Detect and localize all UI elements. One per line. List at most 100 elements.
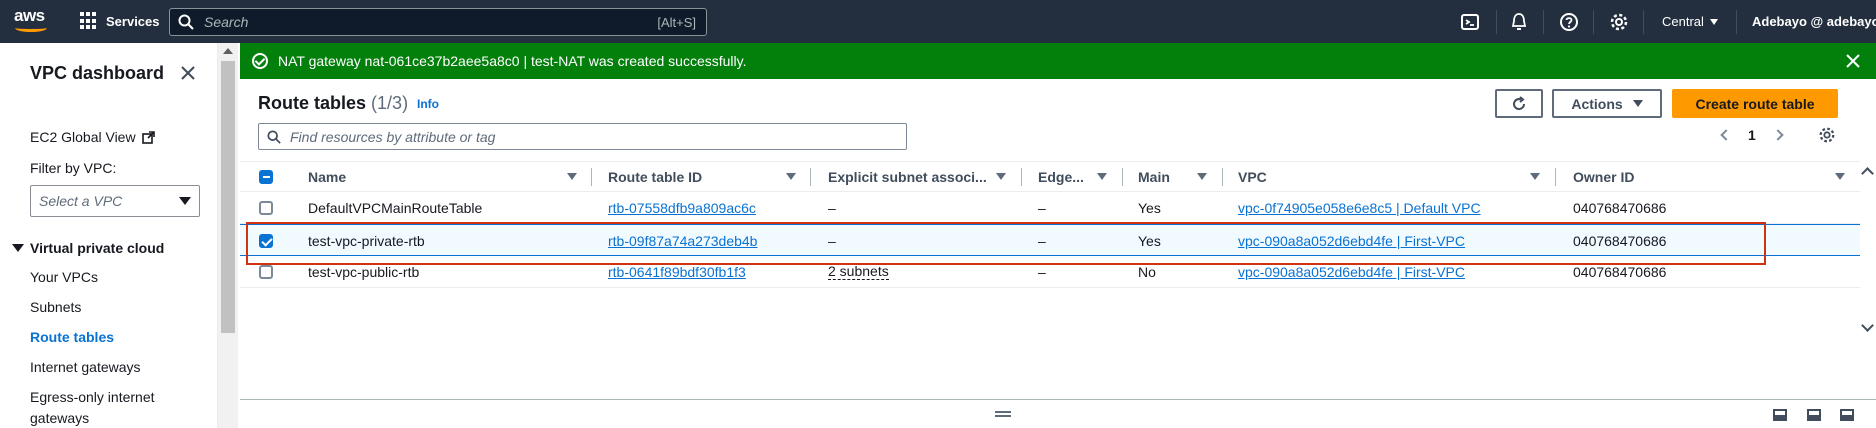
nav-divider: [1593, 10, 1594, 34]
next-page-icon[interactable]: [1772, 129, 1784, 141]
column-divider[interactable]: [1021, 168, 1022, 186]
services-menu[interactable]: Services: [80, 12, 160, 30]
grid-icon: [80, 12, 98, 30]
sort-icon[interactable]: [1097, 173, 1107, 180]
sidebar-item-egress-only-gateways[interactable]: Egress-only internet: [30, 389, 155, 405]
previous-page-icon[interactable]: [1720, 129, 1732, 141]
info-link[interactable]: Info: [417, 97, 439, 111]
cell-explicit-subnet: –: [828, 200, 836, 216]
column-divider[interactable]: [591, 168, 592, 186]
table-header: Name Route table ID Explicit subnet asso…: [240, 161, 1860, 192]
column-divider[interactable]: [1122, 168, 1123, 186]
region-selector[interactable]: Central: [1662, 14, 1718, 29]
sidebar-item-egress-only-gateways-cont[interactable]: gateways: [30, 410, 89, 426]
column-vpc[interactable]: VPC: [1238, 169, 1267, 185]
sidebar-item-subnets[interactable]: Subnets: [30, 299, 81, 315]
scroll-up-icon[interactable]: [223, 48, 233, 54]
bell-icon[interactable]: [1509, 12, 1529, 32]
table-scrollbar[interactable]: [1860, 161, 1876, 341]
find-resources-input[interactable]: Find resources by attribute or tag: [258, 123, 907, 150]
cell-route-table-id[interactable]: rtb-07558dfb9a809ac6c: [608, 200, 756, 216]
caret-down-icon: [1709, 18, 1718, 25]
cloudshell-icon[interactable]: [1460, 12, 1480, 32]
sidebar-item-your-vpcs[interactable]: Your VPCs: [30, 269, 98, 285]
cell-route-table-id[interactable]: rtb-0641f89bdf30fb1f3: [608, 264, 746, 280]
find-placeholder: Find resources by attribute or tag: [290, 128, 496, 145]
sort-icon[interactable]: [1530, 173, 1540, 180]
column-main[interactable]: Main: [1138, 169, 1170, 185]
split-panel-bar[interactable]: [240, 399, 1876, 428]
sort-icon[interactable]: [1197, 173, 1207, 180]
cell-main: Yes: [1138, 200, 1161, 216]
caret-down-icon: [1632, 100, 1643, 107]
page-number[interactable]: 1: [1748, 127, 1756, 143]
title-text: Route tables: [258, 93, 367, 113]
cell-owner-id: 040768470686: [1573, 264, 1667, 280]
actions-label: Actions: [1571, 95, 1623, 112]
cell-name: DefaultVPCMainRouteTable: [308, 200, 483, 216]
external-link-icon: [141, 130, 155, 144]
row-checkbox[interactable]: [259, 265, 273, 279]
cell-name: test-vpc-public-rtb: [308, 264, 420, 280]
help-icon[interactable]: [1559, 12, 1579, 32]
vpc-filter-select[interactable]: Select a VPC: [30, 185, 200, 217]
sidebar-item-route-tables[interactable]: Route tables: [30, 329, 114, 345]
refresh-icon: [1513, 95, 1526, 110]
sidebar-item-label: EC2 Global View: [30, 129, 136, 145]
table-row[interactable]: DefaultVPCMainRouteTable rtb-07558dfb9a8…: [240, 192, 1860, 224]
column-edge[interactable]: Edge...: [1038, 169, 1084, 185]
top-navigation: aws Services Search [Alt+S] Central Adeb…: [0, 0, 1876, 43]
sort-icon[interactable]: [786, 173, 796, 180]
sort-icon[interactable]: [996, 173, 1006, 180]
column-explicit-subnet[interactable]: Explicit subnet associ...: [828, 169, 987, 185]
create-route-table-button[interactable]: Create route table: [1672, 89, 1838, 118]
region-label: Central: [1662, 14, 1704, 29]
column-name[interactable]: Name: [308, 169, 346, 185]
scroll-down-icon[interactable]: [1861, 319, 1874, 332]
cell-edge: –: [1038, 264, 1046, 280]
gear-icon[interactable]: [1818, 126, 1836, 144]
scrollbar-thumb[interactable]: [221, 61, 235, 333]
scroll-up-icon[interactable]: [1861, 167, 1874, 180]
sidebar-item-internet-gateways[interactable]: Internet gateways: [30, 359, 141, 375]
vpc-filter-placeholder: Select a VPC: [39, 193, 123, 209]
column-divider[interactable]: [810, 168, 811, 186]
refresh-button[interactable]: [1495, 89, 1543, 118]
close-icon[interactable]: [1844, 52, 1862, 70]
global-search-input[interactable]: Search [Alt+S]: [169, 8, 707, 36]
split-bottom-icon[interactable]: [1773, 409, 1787, 421]
sort-icon[interactable]: [1835, 173, 1845, 180]
split-hide-icon[interactable]: [1840, 409, 1854, 421]
nav-divider: [1496, 10, 1497, 34]
search-icon: [178, 14, 194, 30]
column-divider[interactable]: [1222, 168, 1223, 186]
gear-icon[interactable]: [1609, 12, 1629, 32]
close-icon[interactable]: [180, 65, 196, 81]
select-all-checkbox[interactable]: [259, 170, 273, 184]
resize-handle-icon[interactable]: [995, 411, 1011, 417]
column-divider[interactable]: [1555, 168, 1556, 186]
caret-down-icon: [179, 197, 191, 205]
column-route-table-id[interactable]: Route table ID: [608, 169, 702, 185]
search-icon: [267, 129, 281, 144]
page-title: Route tables (1/3): [258, 93, 408, 114]
expand-icon: [12, 244, 24, 252]
cell-vpc[interactable]: vpc-090a8a052d6ebd4fe | First-VPC: [1238, 264, 1465, 280]
row-checkbox[interactable]: [259, 201, 273, 215]
split-side-icon[interactable]: [1807, 409, 1821, 421]
filter-label: Filter by VPC:: [30, 160, 117, 176]
actions-button[interactable]: Actions: [1552, 89, 1662, 118]
sidebar-item-ec2-global-view[interactable]: EC2 Global View: [30, 129, 155, 145]
cell-vpc[interactable]: vpc-0f74905e058e6e8c5 | Default VPC: [1238, 200, 1481, 216]
pagination: 1: [1720, 127, 1784, 143]
sidebar-section-vpc[interactable]: Virtual private cloud: [12, 240, 164, 256]
aws-logo[interactable]: aws: [14, 7, 48, 34]
check-circle-icon: [252, 53, 268, 69]
cell-explicit-subnet[interactable]: 2 subnets: [828, 264, 889, 280]
sort-icon[interactable]: [567, 173, 577, 180]
services-label: Services: [106, 13, 160, 29]
account-menu[interactable]: Adebayo @ adebayoav: [1752, 14, 1876, 29]
search-shortcut: [Alt+S]: [657, 14, 696, 30]
sidebar-scrollbar[interactable]: [218, 43, 238, 428]
column-owner-id[interactable]: Owner ID: [1573, 169, 1634, 185]
